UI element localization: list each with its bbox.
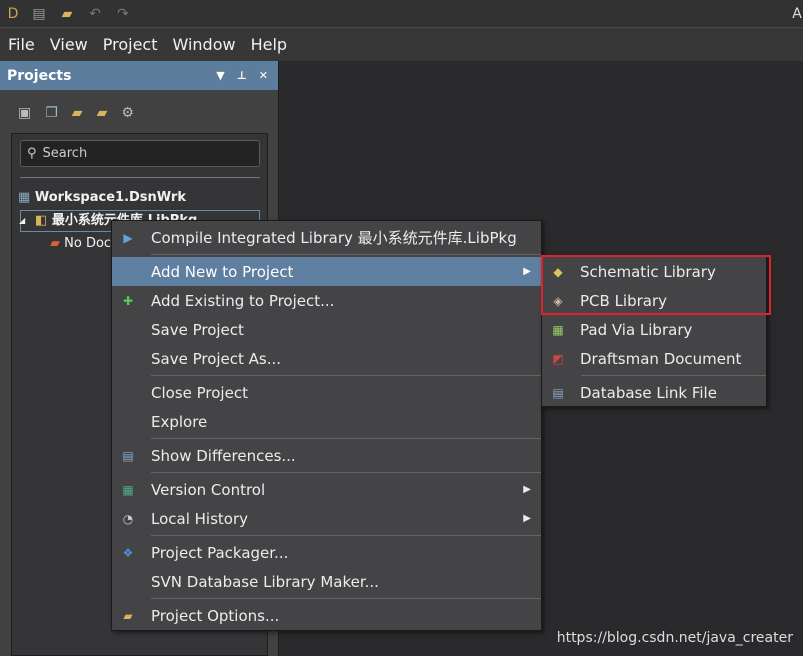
options-icon: ▰: [123, 608, 133, 623]
folder-icon: ▰: [50, 236, 60, 251]
menu-item-add-new-to-project[interactable]: Add New to Project ▶: [112, 257, 541, 286]
menu-item-local-history[interactable]: ◔ Local History ▶: [112, 504, 541, 533]
menu-view[interactable]: View: [50, 35, 88, 54]
menu-separator: [151, 535, 541, 536]
menu-help[interactable]: Help: [251, 35, 287, 54]
draftsman-icon: ◩: [552, 351, 564, 366]
pad-via-library-icon: ▦: [552, 322, 564, 337]
menu-item-add-existing-to-project[interactable]: ✚ Add Existing to Project...: [112, 286, 541, 315]
window-title: A: [792, 6, 802, 22]
search-icon: ⚲: [27, 146, 37, 161]
search-input[interactable]: ⚲ Search: [20, 140, 260, 167]
menu-item-label: Add New to Project: [151, 262, 294, 281]
folder-search-icon[interactable]: ▰: [72, 105, 83, 121]
history-icon: ◔: [122, 511, 134, 526]
menu-separator: [151, 472, 541, 473]
highlight-annotation: [541, 255, 771, 315]
compile-icon: ▶: [123, 230, 133, 245]
panel-title: Projects: [7, 67, 72, 84]
pin-icon[interactable]: ⊥: [237, 69, 247, 82]
menu-item-label: Save Project: [151, 320, 244, 339]
workspace-label: Workspace1.DsnWrk: [34, 190, 186, 205]
print-icon[interactable]: ▤: [30, 5, 48, 23]
menu-item-label: Pad Via Library: [580, 320, 693, 339]
gear-icon[interactable]: ⚙: [121, 105, 134, 121]
menu-item-label: Local History: [151, 509, 249, 528]
menu-separator: [581, 375, 766, 376]
menu-item-svn-database-library-maker[interactable]: SVN Database Library Maker...: [112, 567, 541, 596]
menu-separator: [151, 438, 541, 439]
menu-item-label: Save Project As...: [151, 349, 282, 368]
no-documents-label: No Doc: [64, 236, 112, 251]
menu-item-label: Project Options...: [151, 606, 280, 625]
dropdown-icon[interactable]: ▼: [216, 69, 224, 82]
menu-item-save-project[interactable]: Save Project: [112, 315, 541, 344]
menu-item-label: Add Existing to Project...: [151, 291, 335, 310]
context-menu: ▶ Compile Integrated Library 最小系统元件库.LibP…: [111, 220, 542, 631]
expand-icon[interactable]: ◢: [19, 211, 25, 231]
menu-item-label: Close Project: [151, 383, 248, 402]
menu-item-show-differences[interactable]: ▤ Show Differences...: [112, 441, 541, 470]
menu-item-compile-integrated-library-libpkg[interactable]: ▶ Compile Integrated Library 最小系统元件库.LibP…: [112, 223, 541, 252]
menu-item-label: SVN Database Library Maker...: [151, 572, 379, 591]
menu-item-label: Project Packager...: [151, 543, 289, 562]
toolbar: D ▤ ▰ ↶ ↷ A: [0, 0, 803, 28]
workspace-item[interactable]: ▦ Workspace1.DsnWrk: [18, 190, 186, 205]
menu-item-project-options[interactable]: ▰ Project Options...: [112, 601, 541, 630]
no-documents-item[interactable]: ▰ No Doc: [50, 236, 111, 251]
menu-bar: File View Project Window Help: [0, 28, 803, 61]
copy-icon[interactable]: ❐: [45, 105, 58, 121]
differences-icon: ▤: [122, 448, 134, 463]
menu-item-database-link-file[interactable]: ▤ Database Link File: [542, 378, 766, 407]
database-link-icon: ▤: [552, 385, 564, 400]
menu-window[interactable]: Window: [173, 35, 236, 54]
menu-item-close-project[interactable]: Close Project: [112, 378, 541, 407]
menu-item-label: Compile Integrated Library 最小系统元件库.LibPk…: [151, 229, 517, 247]
watermark: https://blog.csdn.net/java_creater: [556, 630, 793, 646]
menu-item-version-control[interactable]: ▦ Version Control ▶: [112, 475, 541, 504]
add-existing-icon: ✚: [122, 293, 134, 308]
divider: [20, 177, 260, 178]
undo-icon[interactable]: ↶: [86, 5, 104, 23]
workspace-icon: ▦: [18, 190, 31, 205]
chevron-right-icon: ▶: [523, 484, 531, 495]
folder-settings-icon[interactable]: ▰: [97, 105, 108, 121]
search-placeholder: Search: [42, 146, 88, 161]
menu-item-label: Version Control: [151, 480, 266, 499]
menu-item-label: Explore: [151, 412, 208, 431]
menu-separator: [151, 598, 541, 599]
version-control-icon: ▦: [122, 482, 134, 497]
dropbox-icon: ❖: [122, 545, 134, 560]
menu-separator: [151, 254, 541, 255]
chevron-right-icon: ▶: [523, 513, 531, 524]
redo-icon[interactable]: ↷: [114, 5, 132, 23]
libpkg-icon: ◧: [35, 213, 48, 228]
menu-item-label: Draftsman Document: [580, 349, 742, 368]
menu-item-pad-via-library[interactable]: ▦ Pad Via Library: [542, 315, 766, 344]
menu-item-explore[interactable]: Explore: [112, 407, 541, 436]
menu-file[interactable]: File: [8, 35, 35, 54]
save-icon[interactable]: ▣: [18, 105, 31, 121]
chevron-right-icon: ▶: [523, 266, 531, 277]
menu-item-draftsman-document[interactable]: ◩ Draftsman Document: [542, 344, 766, 373]
close-icon[interactable]: ✕: [259, 69, 268, 82]
menu-item-label: Show Differences...: [151, 446, 296, 465]
menu-separator: [151, 375, 541, 376]
menu-project[interactable]: Project: [103, 35, 158, 54]
menu-item-project-packager[interactable]: ❖ Project Packager...: [112, 538, 541, 567]
menu-item-save-project-as[interactable]: Save Project As...: [112, 344, 541, 373]
menu-item-label: Database Link File: [580, 383, 717, 402]
app-logo-icon: D: [7, 6, 19, 22]
open-folder-icon[interactable]: ▰: [58, 5, 76, 23]
